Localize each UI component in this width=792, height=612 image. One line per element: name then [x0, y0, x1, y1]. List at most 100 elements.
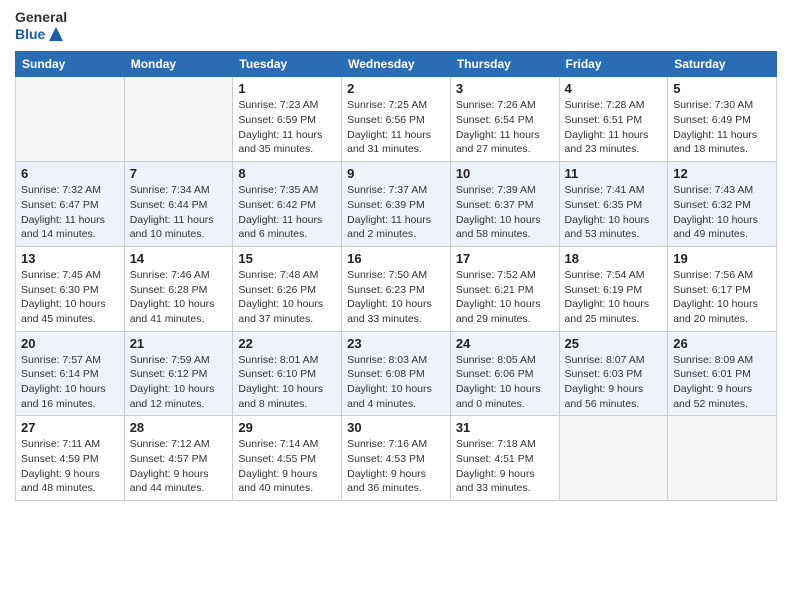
day-number: 30: [347, 420, 445, 435]
daylight-text: Daylight: 11 hours and 2 minutes.: [347, 214, 431, 241]
sunset-text: Sunset: 6:26 PM: [238, 284, 316, 296]
day-info: Sunrise: 7:37 AM Sunset: 6:39 PM Daylight:…: [347, 183, 445, 242]
sunrise-text: Sunrise: 7:18 AM: [456, 438, 536, 450]
sunrise-text: Sunrise: 7:37 AM: [347, 184, 427, 196]
sunrise-text: Sunrise: 7:48 AM: [238, 269, 318, 281]
calendar-cell: 19Sunrise: 7:56 AMSunset: 6:17 PMDayligh…: [668, 246, 777, 331]
day-info: Sunrise: 7:12 AMSunset: 4:57 PMDaylight:…: [130, 437, 228, 496]
day-number: 7: [130, 166, 228, 181]
daylight-text: Daylight: 9 hours and 44 minutes.: [130, 468, 209, 495]
daylight-text: Daylight: 10 hours and 16 minutes.: [21, 383, 106, 410]
calendar-week-row: 13 Sunrise: 7:45 AMSunset: 6:30 PMDayligh…: [16, 246, 777, 331]
day-info: Sunrise: 7:48 AMSunset: 6:26 PMDaylight:…: [238, 268, 336, 327]
day-number: 27: [21, 420, 119, 435]
logo-general-text: General: [15, 10, 67, 25]
calendar-cell: 15Sunrise: 7:48 AMSunset: 6:26 PMDayligh…: [233, 246, 342, 331]
daylight-text: Daylight: 9 hours and 33 minutes.: [456, 468, 535, 495]
day-info: Sunrise: 7:23 AMSunset: 6:59 PMDaylight:…: [238, 98, 336, 157]
day-info: Sunrise: 7:56 AMSunset: 6:17 PMDaylight:…: [673, 268, 771, 327]
calendar-cell: 2Sunrise: 7:25 AMSunset: 6:56 PMDaylight…: [342, 77, 451, 162]
day-number: 1: [238, 81, 336, 96]
sunset-text: Sunset: 6:28 PM: [130, 284, 208, 296]
day-number: 29: [238, 420, 336, 435]
sunset-text: Sunset: 6:44 PM: [130, 199, 208, 211]
day-info: Sunrise: 7:45 AMSunset: 6:30 PMDaylight:…: [21, 268, 119, 327]
logo: General Blue: [15, 10, 67, 43]
logo-triangle-icon: [47, 25, 65, 43]
daylight-text: Daylight: 10 hours and 53 minutes.: [565, 214, 650, 241]
sunrise-text: Sunrise: 8:03 AM: [347, 354, 427, 366]
calendar-cell: 16Sunrise: 7:50 AMSunset: 6:23 PMDayligh…: [342, 246, 451, 331]
daylight-text: Daylight: 9 hours and 52 minutes.: [673, 383, 752, 410]
sunrise-text: Sunrise: 8:01 AM: [238, 354, 318, 366]
sunrise-text: Sunrise: 7:45 AM: [21, 269, 101, 281]
sunrise-text: Sunrise: 8:07 AM: [565, 354, 645, 366]
day-number: 21: [130, 336, 228, 351]
sunset-text: Sunset: 4:59 PM: [21, 453, 99, 465]
sunrise-text: Sunrise: 7:52 AM: [456, 269, 536, 281]
calendar: SundayMondayTuesdayWednesdayThursdayFrid…: [15, 51, 777, 501]
calendar-week-row: 6Sunrise: 7:32 AMSunset: 6:47 PMDaylight…: [16, 162, 777, 247]
sunset-text: Sunset: 6:03 PM: [565, 368, 643, 380]
calendar-cell: 8Sunrise: 7:35 AMSunset: 6:42 PMDaylight…: [233, 162, 342, 247]
sunrise-text: Sunrise: 7:26 AM: [456, 99, 536, 111]
sunrise-text: Sunrise: 8:05 AM: [456, 354, 536, 366]
daylight-text: Daylight: 10 hours and 45 minutes.: [21, 298, 106, 325]
sunset-text: Sunset: 4:51 PM: [456, 453, 534, 465]
weekday-header-friday: Friday: [559, 52, 668, 77]
calendar-cell: 26Sunrise: 8:09 AMSunset: 6:01 PMDayligh…: [668, 331, 777, 416]
sunrise-text: Sunrise: 7:16 AM: [347, 438, 427, 450]
day-info: Sunrise: 7:30 AMSunset: 6:49 PMDaylight:…: [673, 98, 771, 157]
daylight-text: Daylight: 10 hours and 0 minutes.: [456, 383, 541, 410]
sunset-text: Sunset: 6:06 PM: [456, 368, 534, 380]
weekday-header-saturday: Saturday: [668, 52, 777, 77]
page: General Blue SundayMondayTuesdayWednesda…: [0, 0, 792, 612]
weekday-header-wednesday: Wednesday: [342, 52, 451, 77]
sunrise-text: Sunrise: 7:35 AM: [238, 184, 318, 196]
sunset-text: Sunset: 6:54 PM: [456, 114, 534, 126]
calendar-cell: 24 Sunrise: 8:05 AM Sunset: 6:06 PM Dayligh…: [450, 331, 559, 416]
day-info: Sunrise: 7:41 AM Sunset: 6:35 PM Daylight:…: [565, 183, 663, 242]
daylight-text: Daylight: 11 hours and 31 minutes.: [347, 129, 431, 156]
header: General Blue: [15, 10, 777, 43]
sunrise-text: Sunrise: 7:57 AM: [21, 354, 101, 366]
calendar-cell: 22Sunrise: 8:01 AMSunset: 6:10 PMDayligh…: [233, 331, 342, 416]
daylight-text: Daylight: 11 hours and 10 minutes.: [130, 214, 214, 241]
sunset-text: Sunset: 6:35 PM: [565, 199, 643, 211]
sunset-text: Sunset: 4:55 PM: [238, 453, 316, 465]
sunrise-text: Sunrise: 7:56 AM: [673, 269, 753, 281]
day-number: 22: [238, 336, 336, 351]
daylight-text: Daylight: 10 hours and 33 minutes.: [347, 298, 432, 325]
sunrise-text: Sunrise: 7:25 AM: [347, 99, 427, 111]
sunrise-text: Sunrise: 7:41 AM: [565, 184, 645, 196]
daylight-text: Daylight: 11 hours and 23 minutes.: [565, 129, 649, 156]
calendar-cell: 11 Sunrise: 7:41 AM Sunset: 6:35 PM Dayligh…: [559, 162, 668, 247]
day-number: 11: [565, 166, 663, 181]
day-number: 3: [456, 81, 554, 96]
day-number: 25: [565, 336, 663, 351]
day-number: 10: [456, 166, 554, 181]
sunrise-text: Sunrise: 7:46 AM: [130, 269, 210, 281]
day-number: 8: [238, 166, 336, 181]
calendar-cell: 12Sunrise: 7:43 AMSunset: 6:32 PMDayligh…: [668, 162, 777, 247]
sunrise-text: Sunrise: 7:43 AM: [673, 184, 753, 196]
sunrise-text: Sunrise: 7:12 AM: [130, 438, 210, 450]
calendar-cell: 14Sunrise: 7:46 AMSunset: 6:28 PMDayligh…: [124, 246, 233, 331]
sunset-text: Sunset: 6:14 PM: [21, 368, 99, 380]
day-number: 13: [21, 251, 119, 266]
sunrise-text: Sunrise: 7:14 AM: [238, 438, 318, 450]
day-number: 24: [456, 336, 554, 351]
sunset-text: Sunset: 6:39 PM: [347, 199, 425, 211]
day-info: Sunrise: 7:32 AMSunset: 6:47 PMDaylight:…: [21, 183, 119, 242]
daylight-text: Daylight: 10 hours and 8 minutes.: [238, 383, 323, 410]
calendar-cell: [16, 77, 125, 162]
sunrise-text: Sunrise: 7:32 AM: [21, 184, 101, 196]
weekday-header-row: SundayMondayTuesdayWednesdayThursdayFrid…: [16, 52, 777, 77]
calendar-cell: 18Sunrise: 7:54 AMSunset: 6:19 PMDayligh…: [559, 246, 668, 331]
calendar-cell: 23Sunrise: 8:03 AMSunset: 6:08 PMDayligh…: [342, 331, 451, 416]
sunrise-text: Sunrise: 7:11 AM: [21, 438, 100, 450]
weekday-header-sunday: Sunday: [16, 52, 125, 77]
calendar-cell: [124, 77, 233, 162]
calendar-cell: [668, 416, 777, 501]
day-info: Sunrise: 7:46 AMSunset: 6:28 PMDaylight:…: [130, 268, 228, 327]
